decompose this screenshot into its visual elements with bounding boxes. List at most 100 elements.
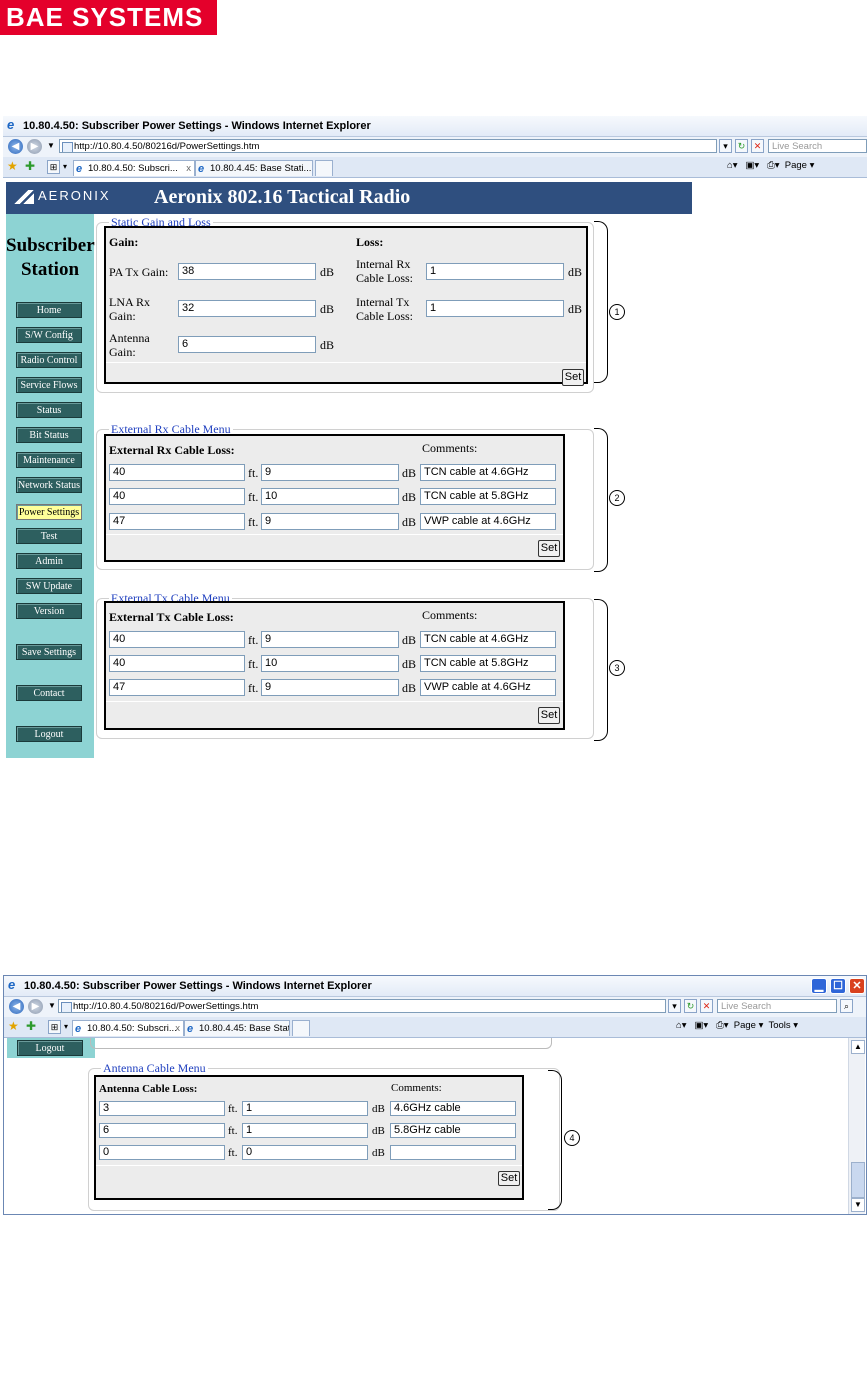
forward-icon[interactable]: ▶ [27, 139, 42, 154]
pa-tx-gain-input[interactable]: 38 [178, 263, 316, 280]
internal-rx-cable-loss-input[interactable]: 1 [426, 263, 564, 280]
tools-menu[interactable]: Tools ▾ [768, 1020, 798, 1031]
search-input[interactable]: Live Search [768, 139, 867, 153]
add-favorites-icon[interactable]: ✚ [26, 1019, 36, 1033]
new-tab-button[interactable] [292, 1020, 310, 1036]
nav-version[interactable]: Version [16, 603, 82, 619]
tx-cable-comment-input-3[interactable]: VWP cable at 4.6GHz [420, 679, 556, 696]
back-icon[interactable]: ◀ [8, 139, 23, 154]
favorites-star-icon[interactable]: ★ [7, 159, 18, 173]
home-icon[interactable]: ⌂▾ [676, 1020, 687, 1031]
nav-service-flows[interactable]: Service Flows [16, 377, 82, 393]
save-settings-button[interactable]: Save Settings [16, 644, 82, 660]
quick-tabs-icon[interactable]: ⊞ [48, 1020, 61, 1034]
back-icon[interactable]: ◀ [9, 999, 24, 1014]
new-tab-button[interactable] [315, 160, 333, 176]
page-menu[interactable]: Page ▾ [785, 160, 815, 171]
url-dropdown-icon[interactable]: ▾ [719, 139, 732, 153]
close-button[interactable]: ✕ [849, 978, 865, 994]
search-icon[interactable]: ⌕ [840, 999, 853, 1013]
tx-cable-loss-input-2[interactable]: 10 [261, 655, 399, 672]
tx-cable-length-input-3[interactable]: 47 [109, 679, 245, 696]
tx-cable-comment-input-1[interactable]: TCN cable at 4.6GHz [420, 631, 556, 648]
stop-icon[interactable]: ✕ [700, 999, 713, 1013]
antenna-loss-input-1[interactable]: 1 [242, 1101, 368, 1116]
lna-rx-gain-input[interactable]: 32 [178, 300, 316, 317]
nav-bit-status[interactable]: Bit Status [16, 427, 82, 443]
tx-cable-loss-input-1[interactable]: 9 [261, 631, 399, 648]
antenna-comment-input-2[interactable]: 5.8GHz cable [390, 1123, 516, 1138]
rx-cable-length-input-1[interactable]: 40 [109, 464, 245, 481]
rx-cable-comment-input-1[interactable]: TCN cable at 4.6GHz [420, 464, 556, 481]
rx-cable-set-button[interactable]: Set [538, 540, 560, 557]
maximize-button[interactable]: ☐ [830, 978, 846, 994]
rx-cable-length-input-3[interactable]: 47 [109, 513, 245, 530]
vertical-scrollbar[interactable]: ▲ ▼ [848, 1038, 865, 1214]
refresh-icon[interactable]: ↻ [735, 139, 748, 153]
logout-button[interactable]: Logout [16, 726, 82, 742]
scroll-down-icon[interactable]: ▼ [851, 1198, 865, 1212]
rx-cable-length-input-2[interactable]: 40 [109, 488, 245, 505]
antenna-comment-input-3[interactable] [390, 1145, 516, 1160]
tx-cable-length-input-1[interactable]: 40 [109, 631, 245, 648]
antenna-loss-input-2[interactable]: 1 [242, 1123, 368, 1138]
tab-base-station[interactable]: e 10.80.4.45: Base Stati... [195, 160, 313, 176]
antenna-length-input-1[interactable]: 3 [99, 1101, 225, 1116]
tab-base-station[interactable]: e 10.80.4.45: Base Stati... [184, 1020, 290, 1036]
nav-home[interactable]: Home [16, 302, 82, 318]
search-input[interactable]: Live Search [717, 999, 837, 1013]
history-dropdown-icon[interactable]: ▼ [48, 1001, 56, 1010]
antenna-length-input-2[interactable]: 6 [99, 1123, 225, 1138]
page-menu[interactable]: Page ▾ [734, 1020, 764, 1031]
favorites-star-icon[interactable]: ★ [8, 1019, 19, 1033]
antenna-set-button[interactable]: Set [498, 1171, 520, 1186]
antenna-length-input-3[interactable]: 0 [99, 1145, 225, 1160]
static-set-button[interactable]: Set [562, 369, 584, 386]
nav-radio-control[interactable]: Radio Control [16, 352, 82, 368]
scroll-up-icon[interactable]: ▲ [851, 1040, 865, 1054]
logout-button[interactable]: Logout [17, 1040, 83, 1056]
forward-icon[interactable]: ▶ [28, 999, 43, 1014]
tx-cable-loss-input-3[interactable]: 9 [261, 679, 399, 696]
nav-status[interactable]: Status [16, 402, 82, 418]
tx-cable-set-button[interactable]: Set [538, 707, 560, 724]
add-favorites-icon[interactable]: ✚ [25, 159, 35, 173]
internal-tx-cable-loss-input[interactable]: 1 [426, 300, 564, 317]
nav-admin[interactable]: Admin [16, 553, 82, 569]
print-icon[interactable]: ⎙▾ [716, 1020, 728, 1031]
quick-tabs-icon[interactable]: ⊞ [47, 160, 60, 174]
nav-maintenance[interactable]: Maintenance [16, 452, 82, 468]
feeds-icon[interactable]: ▣▾ [694, 1020, 708, 1031]
scroll-thumb[interactable] [851, 1162, 865, 1198]
rx-cable-loss-input-3[interactable]: 9 [261, 513, 399, 530]
nav-test[interactable]: Test [16, 528, 82, 544]
tab-close-icon[interactable]: x [186, 161, 191, 176]
antenna-gain-input[interactable]: 6 [178, 336, 316, 353]
nav-sw-update[interactable]: SW Update [16, 578, 82, 594]
url-dropdown-icon[interactable]: ▾ [668, 999, 681, 1013]
tab-subscriber[interactable]: e 10.80.4.50: Subscri... x [73, 160, 195, 176]
tab-list-dropdown-icon[interactable]: ▾ [64, 1022, 68, 1031]
rx-cable-comment-input-2[interactable]: TCN cable at 5.8GHz [420, 488, 556, 505]
stop-icon[interactable]: ✕ [751, 139, 764, 153]
feeds-icon[interactable]: ▣▾ [745, 160, 759, 171]
tx-cable-length-input-2[interactable]: 40 [109, 655, 245, 672]
antenna-comment-input-1[interactable]: 4.6GHz cable [390, 1101, 516, 1116]
tx-cable-comment-input-2[interactable]: TCN cable at 5.8GHz [420, 655, 556, 672]
minimize-button[interactable]: ▁ [811, 978, 827, 994]
history-dropdown-icon[interactable]: ▼ [47, 141, 55, 150]
home-icon[interactable]: ⌂▾ [727, 160, 738, 171]
antenna-loss-input-3[interactable]: 0 [242, 1145, 368, 1160]
nav-network-status[interactable]: Network Status [16, 477, 82, 493]
nav-power-settings[interactable]: Power Settings [16, 504, 82, 520]
print-icon[interactable]: ⎙▾ [767, 160, 779, 171]
refresh-icon[interactable]: ↻ [684, 999, 697, 1013]
tab-subscriber[interactable]: e 10.80.4.50: Subscri... x [72, 1020, 184, 1036]
rx-cable-loss-input-2[interactable]: 10 [261, 488, 399, 505]
url-field[interactable]: http://10.80.4.50/80216d/PowerSettings.h… [59, 139, 717, 153]
tab-close-icon[interactable]: x [175, 1021, 180, 1036]
tab-list-dropdown-icon[interactable]: ▾ [63, 162, 67, 171]
rx-cable-loss-input-1[interactable]: 9 [261, 464, 399, 481]
contact-button[interactable]: Contact [16, 685, 82, 701]
url-field[interactable]: http://10.80.4.50/80216d/PowerSettings.h… [58, 999, 666, 1013]
